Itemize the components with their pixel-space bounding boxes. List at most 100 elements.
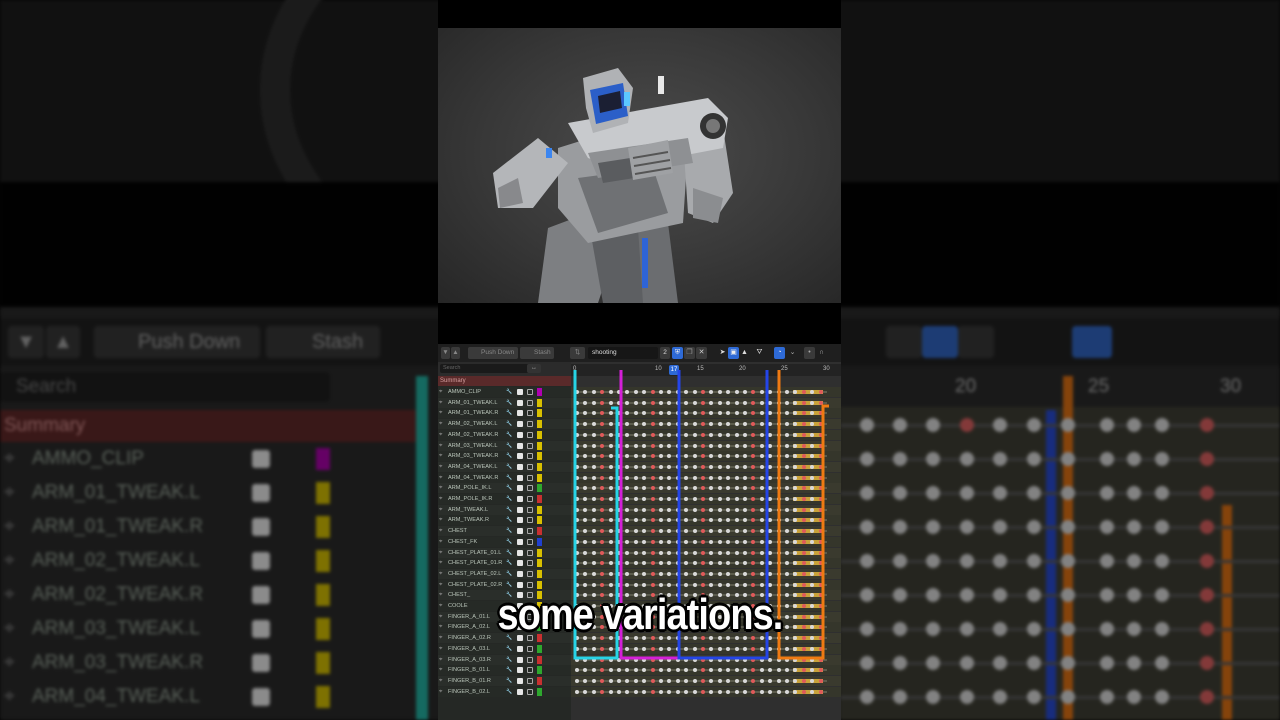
mute-checkbox[interactable] (517, 410, 523, 417)
mute-checkbox[interactable] (517, 667, 523, 674)
lock-icon[interactable] (527, 667, 533, 674)
proportional-edit-icon[interactable]: • (804, 347, 815, 359)
lock-icon[interactable] (527, 453, 533, 460)
pin-icon[interactable]: ⌖ (439, 580, 442, 590)
falloff-curve-icon[interactable]: ∩ (816, 347, 827, 359)
pin-icon[interactable]: ⌖ (439, 548, 442, 558)
wrench-icon[interactable]: 🔧 (506, 505, 512, 515)
wrench-icon[interactable]: 🔧 (506, 569, 512, 579)
lock-icon[interactable] (527, 560, 533, 567)
lock-icon[interactable] (527, 496, 533, 502)
channel-row[interactable]: ⌖ CHEST_PLATE_02.R 🔧 (438, 579, 571, 590)
lock-icon[interactable] (527, 442, 533, 449)
pin-icon[interactable]: ⌖ (439, 387, 442, 397)
wrench-icon[interactable]: 🔧 (506, 537, 512, 547)
pin-icon[interactable]: ⌖ (439, 687, 442, 697)
channel-row[interactable]: ⌖ ARM_02_TWEAK.R 🔧 (438, 429, 571, 440)
unlink-close-icon[interactable]: ✕ (696, 347, 707, 359)
wrench-icon[interactable]: 🔧 (506, 515, 512, 525)
pin-icon[interactable]: ⌖ (439, 676, 442, 686)
pin-icon[interactable]: ⌖ (439, 451, 442, 461)
pin-icon[interactable]: ⌖ (439, 441, 442, 451)
mute-checkbox[interactable] (517, 399, 523, 406)
channel-row[interactable]: ⌖ ARM_01_TWEAK.R 🔧 (438, 408, 571, 419)
lock-icon[interactable] (527, 517, 533, 524)
wrench-icon[interactable]: 🔧 (506, 419, 512, 429)
channel-row[interactable]: ⌖ CHEST_PLATE_02.L 🔧 (438, 568, 571, 579)
channel-row[interactable]: ⌖ FINGER_B_01.L 🔧 (438, 665, 571, 676)
channel-row[interactable]: ⌖ ARM_TWEAK.R 🔧 (438, 515, 571, 526)
lock-icon[interactable] (527, 463, 533, 470)
chevron-down-icon[interactable]: ⌄ (787, 347, 798, 359)
channel-row[interactable]: ⌖ ARM_POLE_IK.R 🔧 (438, 494, 571, 504)
lock-icon[interactable] (527, 399, 533, 406)
pin-icon[interactable]: ⌖ (439, 462, 442, 472)
wrench-icon[interactable]: 🔧 (506, 408, 512, 418)
channel-row[interactable]: ⌖ ARM_04_TWEAK.R 🔧 (438, 472, 571, 483)
push-down-button[interactable]: Push Down (468, 347, 518, 359)
lock-icon[interactable] (527, 474, 533, 481)
mute-checkbox[interactable] (517, 506, 523, 513)
lock-icon[interactable] (527, 421, 533, 428)
mute-checkbox[interactable] (517, 474, 523, 481)
mute-checkbox[interactable] (517, 538, 523, 545)
mute-checkbox[interactable] (517, 431, 523, 438)
mute-checkbox[interactable] (517, 496, 523, 502)
pin-icon[interactable]: ⌖ (439, 419, 442, 429)
lock-icon[interactable] (527, 528, 533, 535)
lock-icon[interactable] (527, 688, 533, 695)
mute-checkbox[interactable] (517, 570, 523, 577)
lock-icon[interactable] (527, 410, 533, 417)
channel-row[interactable]: ⌖ ARM_TWEAK.L 🔧 (438, 504, 571, 515)
wrench-icon[interactable]: 🔧 (506, 462, 512, 472)
mute-checkbox[interactable] (517, 581, 523, 588)
wrench-icon[interactable]: 🔧 (506, 548, 512, 558)
channel-row[interactable]: ⌖ CHEST 🔧 (438, 526, 571, 537)
move-down-icon[interactable]: ▼ (441, 347, 450, 359)
channel-row[interactable]: ⌖ AMMO_CLIP 🔧 (438, 387, 571, 397)
mute-checkbox[interactable] (517, 389, 523, 395)
move-up-icon[interactable]: ▲ (451, 347, 460, 359)
wrench-icon[interactable]: 🔧 (506, 473, 512, 483)
channel-row[interactable]: ⌖ ARM_01_TWEAK.L 🔧 (438, 397, 571, 408)
stash-button[interactable]: Stash (520, 347, 554, 359)
lock-icon[interactable] (527, 485, 533, 492)
pin-icon[interactable]: ⌖ (439, 644, 442, 654)
channel-row[interactable]: ⌖ FINGER_B_01.R 🔧 (438, 675, 571, 686)
mute-checkbox[interactable] (517, 549, 523, 556)
action-browse-icon[interactable]: ⇅ (570, 347, 585, 359)
channel-row[interactable]: ⌖ CHEST_PLATE_01.L 🔧 (438, 547, 571, 558)
wrench-icon[interactable]: 🔧 (506, 687, 512, 697)
snap-magnet-icon[interactable]: ◔ (774, 347, 785, 359)
pin-icon[interactable]: ⌖ (439, 515, 442, 525)
channel-row[interactable]: ⌖ FINGER_A_03.R 🔧 (438, 654, 571, 665)
pin-icon[interactable]: ⌖ (439, 569, 442, 579)
mute-checkbox[interactable] (517, 656, 523, 663)
pin-icon[interactable]: ⌖ (439, 537, 442, 547)
channel-row[interactable]: ⌖ FINGER_A_03.L 🔧 (438, 643, 571, 654)
lock-icon[interactable] (527, 506, 533, 513)
lock-icon[interactable] (527, 656, 533, 663)
mute-checkbox[interactable] (517, 453, 523, 460)
lock-icon[interactable] (527, 677, 533, 684)
mute-checkbox[interactable] (517, 645, 523, 652)
action-name-field[interactable]: shooting (588, 347, 658, 359)
warning-icon[interactable]: ▲ (739, 347, 750, 359)
wrench-icon[interactable]: 🔧 (506, 483, 512, 493)
channel-row[interactable]: ⌖ ARM_POLE_IK.L 🔧 (438, 483, 571, 494)
channel-row[interactable]: ⌖ ARM_04_TWEAK.L 🔧 (438, 461, 571, 472)
mute-checkbox[interactable] (517, 421, 523, 428)
pin-icon[interactable]: ⌖ (439, 473, 442, 483)
pin-icon[interactable]: ⌖ (439, 398, 442, 408)
mute-checkbox[interactable] (517, 442, 523, 449)
mute-checkbox[interactable] (517, 528, 523, 535)
mute-checkbox[interactable] (517, 560, 523, 567)
wrench-icon[interactable]: 🔧 (506, 558, 512, 568)
wrench-icon[interactable]: 🔧 (506, 398, 512, 408)
duplicate-icon[interactable]: ❐ (684, 347, 695, 359)
mute-checkbox[interactable] (517, 485, 523, 492)
pin-icon[interactable]: ⌖ (439, 526, 442, 536)
wrench-icon[interactable]: 🔧 (506, 665, 512, 675)
mute-checkbox[interactable] (517, 463, 523, 470)
mute-checkbox[interactable] (517, 517, 523, 524)
